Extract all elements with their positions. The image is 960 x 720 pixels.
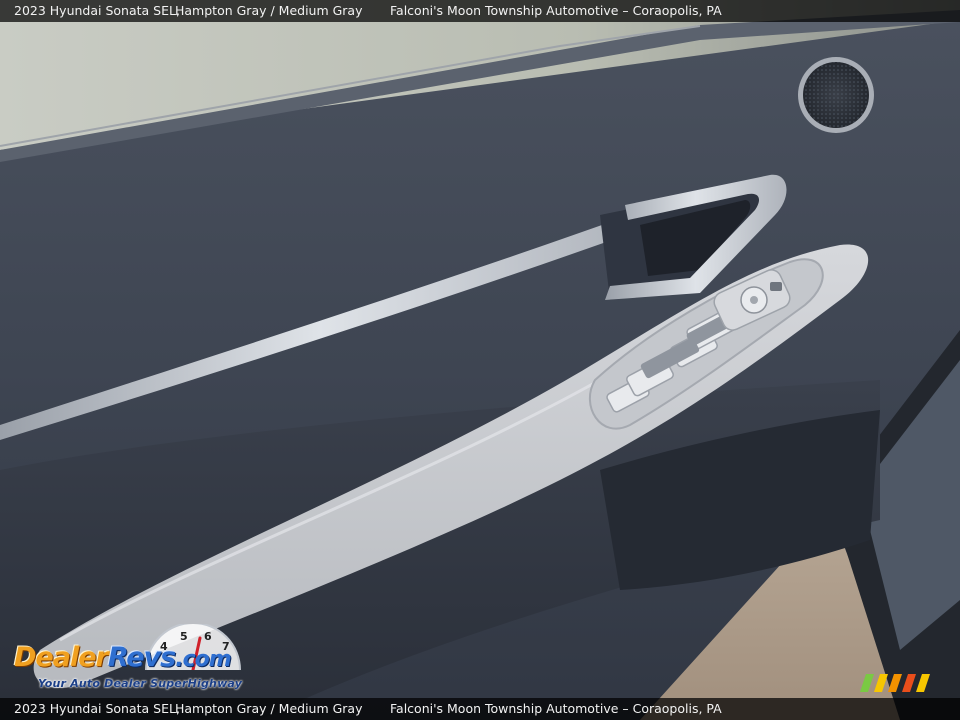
photo-stage: 2023 Hyundai Sonata SEL, Hampton Gray / …	[0, 0, 960, 720]
speed-stripe	[902, 674, 916, 692]
speed-stripes-icon	[860, 674, 930, 692]
logo-wordmark: DealerRevs.com	[14, 642, 232, 673]
bottom-caption-bar: 2023 Hyundai Sonata SEL, Hampton Gray / …	[0, 698, 960, 720]
logo-dealer-text: Dealer	[14, 642, 109, 673]
logo-tagline: Your Auto Dealer SuperHighway	[38, 677, 243, 690]
speed-stripe	[916, 674, 930, 692]
caption-color: Hampton Gray / Medium Gray	[175, 3, 363, 18]
caption-vehicle: 2023 Hyundai Sonata SEL,	[14, 3, 180, 18]
logo-com-text: .com	[175, 647, 231, 672]
dealerrevs-watermark: 4 5 6 7 DealerRevs.com Your Auto Dealer …	[10, 624, 270, 696]
door-interior-photo	[0, 0, 960, 720]
speed-stripe	[860, 674, 874, 692]
caption-dealer: Falconi's Moon Township Automotive – Cor…	[390, 3, 722, 18]
caption-dealer: Falconi's Moon Township Automotive – Cor…	[390, 701, 722, 716]
caption-vehicle: 2023 Hyundai Sonata SEL,	[14, 701, 180, 716]
top-caption-bar: 2023 Hyundai Sonata SEL, Hampton Gray / …	[0, 0, 960, 22]
caption-color: Hampton Gray / Medium Gray	[175, 701, 363, 716]
speed-stripe	[874, 674, 888, 692]
logo-revs-text: Revs	[107, 642, 176, 673]
speed-stripe	[888, 674, 902, 692]
